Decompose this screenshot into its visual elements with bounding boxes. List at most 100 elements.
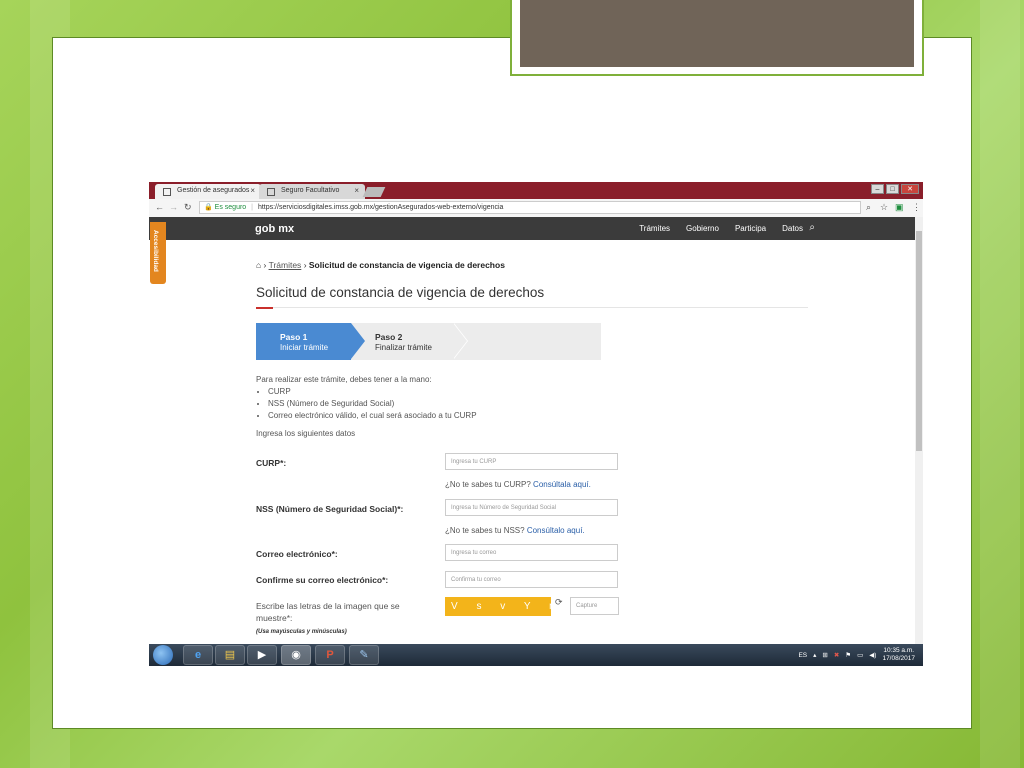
step-1-title: Paso 1 [280, 332, 308, 342]
network-icon[interactable]: ⊞ [822, 651, 827, 659]
gob-mx-logo[interactable]: gob mx [255, 223, 294, 235]
page-scrollbar[interactable] [915, 217, 923, 644]
step-1: Paso 1 Iniciar trámite [256, 323, 351, 360]
show-hidden-icons-icon[interactable]: ▴ [813, 651, 816, 659]
browser-tab-bar: Gestión de asegurados × Seguro Facultati… [149, 182, 923, 199]
captcha-image: V s v Y m [445, 597, 551, 616]
step-2-subtitle: Finalizar trámite [375, 343, 432, 352]
file-explorer-icon[interactable]: ▤ [215, 645, 245, 665]
requirement-item: Correo electrónico válido, el cual será … [268, 410, 477, 422]
nss-input[interactable]: Ingresa tu Número de Seguridad Social [445, 499, 618, 516]
close-tab-icon[interactable]: × [354, 186, 359, 195]
forward-arrow-icon[interactable]: → [169, 202, 178, 212]
home-icon[interactable]: ⌂ [256, 260, 261, 270]
nav-item-participa[interactable]: Participa [735, 224, 766, 233]
nss-help-text: ¿No te sabes tu NSS? [445, 526, 525, 535]
email-confirm-label: Confirme su correo electrónico*: [256, 575, 389, 585]
scrollbar-thumb[interactable] [916, 231, 922, 451]
search-icon[interactable]: ⌕ [809, 222, 815, 233]
tab-seguro-facultativo[interactable]: Seguro Facultativo × [259, 184, 365, 199]
nss-label: NSS (Número de Seguridad Social)*: [256, 504, 404, 514]
tab-gestion-asegurados[interactable]: Gestión de asegurados × [155, 184, 261, 199]
web-page: gob mx Trámites Gobierno Participa Datos… [149, 217, 915, 644]
tab-label: Seguro Facultativo [281, 187, 340, 194]
clock-time: 10:35 a.m. [883, 647, 915, 654]
menu-dots-icon[interactable]: ⋮ [912, 202, 921, 213]
url-text: https://serviciosdigitales.imss.gob.mx/g… [257, 204, 504, 211]
title-accent-bar [256, 307, 273, 309]
url-input[interactable]: 🔒 Es seguro | https://serviciosdigitales… [199, 201, 861, 214]
media-player-icon[interactable]: ▶ [247, 645, 277, 665]
system-tray: ES ▴ ⊞ ✖ ⚑ ▭ ◀) 10:35 a.m. 17/08/2017 [798, 647, 915, 663]
paint-icon[interactable]: ✎ [349, 645, 379, 665]
secure-label: Es seguro [214, 204, 247, 211]
extension-icon[interactable]: ▣ [895, 202, 904, 213]
intro-prompt: Ingresa los siguientes datos [256, 429, 356, 438]
requirement-item: CURP [268, 386, 477, 398]
page-title: Solicitud de constancia de vigencia de d… [256, 285, 545, 300]
accessibility-tab[interactable]: Accesibilidad [150, 222, 166, 284]
captcha-label-text: Escribe las letras de la imagen que se m… [256, 601, 400, 623]
close-window-button[interactable]: ✕ [901, 184, 919, 194]
flag-icon[interactable]: ⚑ [845, 651, 851, 659]
minimize-button[interactable]: – [871, 184, 884, 194]
browser-screenshot: Gestión de asegurados × Seguro Facultati… [149, 182, 923, 666]
intro-lead: Para realizar este trámite, debes tener … [256, 375, 432, 384]
nss-help-link[interactable]: Consúltalo aquí. [527, 526, 585, 535]
chrome-icon[interactable]: ◉ [281, 645, 311, 665]
star-icon[interactable]: ☆ [880, 202, 888, 213]
email-confirm-input[interactable]: Confirma tu correo [445, 571, 618, 588]
curp-input[interactable]: Ingresa tu CURP [445, 453, 618, 470]
new-tab-button[interactable] [362, 187, 386, 197]
display-icon[interactable]: ▭ [857, 651, 863, 659]
nav-item-tramites[interactable]: Trámites [639, 224, 670, 233]
start-button[interactable] [153, 645, 173, 665]
email-label: Correo electrónico*: [256, 549, 338, 559]
bg-stripe [980, 0, 1020, 768]
internet-explorer-icon[interactable]: e [183, 645, 213, 665]
clock[interactable]: 10:35 a.m. 17/08/2017 [882, 647, 915, 663]
powerpoint-icon[interactable]: P [315, 645, 345, 665]
document-favicon-icon [267, 188, 275, 196]
step-1-arrow [351, 323, 365, 359]
breadcrumb-current: Solicitud de constancia de vigencia de d… [308, 260, 505, 270]
email-input[interactable]: Ingresa tu correo [445, 544, 618, 561]
refresh-captcha-icon[interactable]: ⟳ [555, 597, 563, 608]
tab-label: Gestión de asegurados [177, 187, 250, 194]
language-indicator[interactable]: ES [798, 652, 807, 659]
maximize-button[interactable]: □ [886, 184, 899, 194]
alert-icon[interactable]: ✖ [834, 651, 839, 659]
nav-item-gobierno[interactable]: Gobierno [686, 224, 719, 233]
clock-date: 17/08/2017 [882, 655, 915, 662]
step-2-arrow-fill [453, 323, 467, 359]
title-box [520, 0, 914, 67]
lock-icon: 🔒 [204, 204, 213, 211]
address-bar-row: ← → ↻ 🔒 Es seguro | https://serviciosdig… [149, 199, 923, 218]
curp-help-link[interactable]: Consúltala aquí. [533, 480, 591, 489]
captcha-input[interactable]: Capture [570, 597, 619, 615]
main-nav: Trámites Gobierno Participa Datos [639, 224, 803, 233]
curp-label: CURP*: [256, 458, 287, 468]
requirements-list: CURP NSS (Número de Seguridad Social) Co… [256, 386, 477, 422]
breadcrumb-link-tramites[interactable]: Trámites [269, 260, 302, 270]
window-controls: – □ ✕ [871, 184, 919, 194]
captcha-label: Escribe las letras de la imagen que se m… [256, 600, 421, 638]
step-indicator: Paso 1 Iniciar trámite Paso 2 Finalizar … [256, 323, 601, 360]
zoom-icon[interactable]: ⌕ [866, 202, 871, 213]
reload-icon[interactable]: ↻ [184, 202, 192, 213]
back-arrow-icon[interactable]: ← [155, 202, 164, 212]
url-separator: | [251, 204, 253, 211]
gob-header: gob mx Trámites Gobierno Participa Datos… [149, 217, 915, 240]
curp-help-text: ¿No te sabes tu CURP? [445, 480, 531, 489]
intro-text: Para realizar este trámite, debes tener … [256, 374, 477, 440]
breadcrumb: ⌂ › Trámites › Solicitud de constancia d… [256, 260, 505, 270]
title-divider [256, 307, 808, 308]
requirement-item: NSS (Número de Seguridad Social) [268, 398, 477, 410]
imss-favicon-icon [163, 188, 171, 196]
windows-taskbar: e ▤ ▶ ◉ P ✎ ES ▴ ⊞ ✖ ⚑ ▭ ◀) 10:35 a.m. 1… [149, 644, 923, 666]
close-tab-icon[interactable]: × [250, 186, 255, 195]
step-1-subtitle: Iniciar trámite [280, 343, 329, 352]
nav-item-datos[interactable]: Datos [782, 224, 803, 233]
volume-icon[interactable]: ◀) [869, 651, 876, 659]
step-2-title: Paso 2 [375, 332, 403, 342]
